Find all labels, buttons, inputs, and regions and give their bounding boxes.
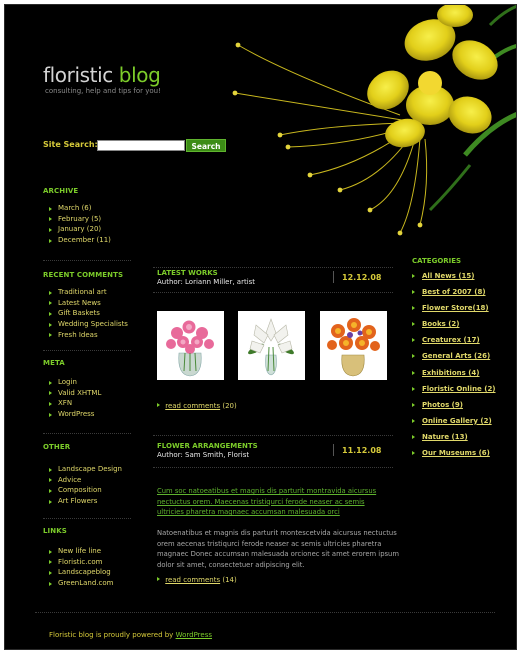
category-item[interactable]: Photos (9) [412,400,496,416]
footer-divider [35,612,495,613]
category-label[interactable]: Our Museums (6) [422,449,490,457]
recent-comment-item[interactable]: Traditional art [49,287,128,298]
archive-heading: ARCHIVE [43,187,79,195]
post-intro-link-text[interactable]: Cum soc natoeatibus et magnis dis partur… [157,486,393,518]
categories-heading: CATEGORIES [412,257,462,265]
date-separator [333,271,334,283]
category-label[interactable]: Photos (9) [422,401,463,409]
orange-flowers-bouquet-image[interactable] [320,311,387,380]
category-item[interactable]: Online Gallery (2) [412,416,496,432]
footer: Floristic blog is proudly powered by Wor… [49,631,212,639]
meta-list: Login Valid XHTML XFN WordPress [49,377,101,420]
category-item[interactable]: All News (15) [412,271,496,287]
divider [43,433,131,434]
post-title[interactable]: LATEST WORKS [157,269,218,277]
links-item[interactable]: Landscapeblog [49,567,113,578]
category-label[interactable]: General Arts (26) [422,352,490,360]
search-input[interactable] [97,140,185,151]
category-item[interactable]: Flower Store(18) [412,303,496,319]
category-label[interactable]: Floristic Online (2) [422,385,496,393]
category-item[interactable]: Exhibitions (4) [412,368,496,384]
search-button[interactable]: Search [186,139,226,152]
site-logo[interactable]: floristic blog [43,63,161,87]
category-item[interactable]: Best of 2007 (8) [412,287,496,303]
meta-heading: META [43,359,65,367]
meta-item[interactable]: WordPress [49,409,101,420]
category-item[interactable]: Floristic Online (2) [412,384,496,400]
category-label[interactable]: Online Gallery (2) [422,417,492,425]
post-title[interactable]: FLOWER ARRANGEMENTS [157,442,258,450]
category-label[interactable]: Exhibitions (4) [422,369,480,377]
other-item[interactable]: Composition [49,485,122,496]
tagline: consulting, help and tips for you! [45,87,161,95]
post-author: Author: Loriann Miller, artist [157,278,256,286]
footer-wordpress-link[interactable]: WordPress [176,631,212,639]
category-label[interactable]: All News (15) [422,272,474,280]
recent-comments-heading: RECENT COMMENTS [43,271,124,279]
logo-word-blog: blog [118,63,161,87]
pink-roses-bouquet-image[interactable] [157,311,224,380]
category-item[interactable]: General Arts (26) [412,351,496,367]
read-comments-link[interactable]: read comments (14) [157,576,237,584]
links-heading: LINKS [43,527,67,535]
category-label[interactable]: Nature (13) [422,433,468,441]
read-comments-link[interactable]: read comments (20) [157,402,237,410]
divider [43,260,131,261]
divider [153,267,393,268]
category-item[interactable]: Creaturex (17) [412,335,496,351]
recent-comment-item[interactable]: Fresh Ideas [49,330,128,341]
divider [153,467,393,468]
archive-item[interactable]: December (11) [49,235,111,246]
meta-item[interactable]: XFN [49,398,101,409]
category-label[interactable]: Best of 2007 (8) [422,288,486,296]
divider [153,292,393,293]
comment-count: (20) [222,402,237,410]
logo-word-floristic: floristic [43,63,113,87]
archive-item[interactable]: March (6) [49,203,111,214]
recent-comment-item[interactable]: Gift Baskets [49,308,128,319]
other-item[interactable]: Art Flowers [49,496,122,507]
category-item[interactable]: Nature (13) [412,432,496,448]
category-item[interactable]: Books (2) [412,319,496,335]
date-separator [333,444,334,456]
post-body-text: Natoenatibus et magnis dis parturit mont… [157,529,399,569]
category-label[interactable]: Books (2) [422,320,459,328]
category-label[interactable]: Flower Store(18) [422,304,489,312]
divider [43,350,131,351]
page: floristic blog consulting, help and tips… [4,4,517,650]
divider [43,518,131,519]
recent-comments-list: Traditional art Latest News Gift Baskets… [49,287,128,340]
meta-item[interactable]: Login [49,377,101,388]
links-item[interactable]: New life line [49,546,113,557]
read-comments-text[interactable]: read comments [165,576,220,584]
category-label[interactable]: Creaturex (17) [422,336,480,344]
recent-comment-item[interactable]: Latest News [49,298,128,309]
white-lilies-bouquet-image[interactable] [238,311,305,380]
archive-item[interactable]: February (5) [49,214,111,225]
read-comments-text[interactable]: read comments [165,402,220,410]
post-date: 11.12.08 [342,446,382,455]
archive-item[interactable]: January (20) [49,224,111,235]
links-item[interactable]: Floristic.com [49,557,113,568]
links-list: New life line Floristic.com Landscapeblo… [49,546,113,589]
archive-list: March (6) February (5) January (20) Dece… [49,203,111,246]
links-item[interactable]: GreenLand.com [49,578,113,589]
search-label: Site Search: [43,140,98,149]
other-item[interactable]: Advice [49,475,122,486]
post-author: Author: Sam Smith, Florist [157,451,250,459]
footer-text: Floristic blog is proudly powered by [49,631,174,639]
post-date: 12.12.08 [342,273,382,282]
category-item[interactable]: Our Museums (6) [412,448,496,464]
other-heading: OTHER [43,443,71,451]
recent-comment-item[interactable]: Wedding Specialists [49,319,128,330]
categories-list: All News (15) Best of 2007 (8) Flower St… [412,271,496,464]
comment-count: (14) [222,576,237,584]
divider [153,435,393,436]
other-item[interactable]: Landscape Design [49,464,122,475]
flower-header-image [232,5,516,236]
other-list: Landscape Design Advice Composition Art … [49,464,122,507]
meta-item[interactable]: Valid XHTML [49,388,101,399]
